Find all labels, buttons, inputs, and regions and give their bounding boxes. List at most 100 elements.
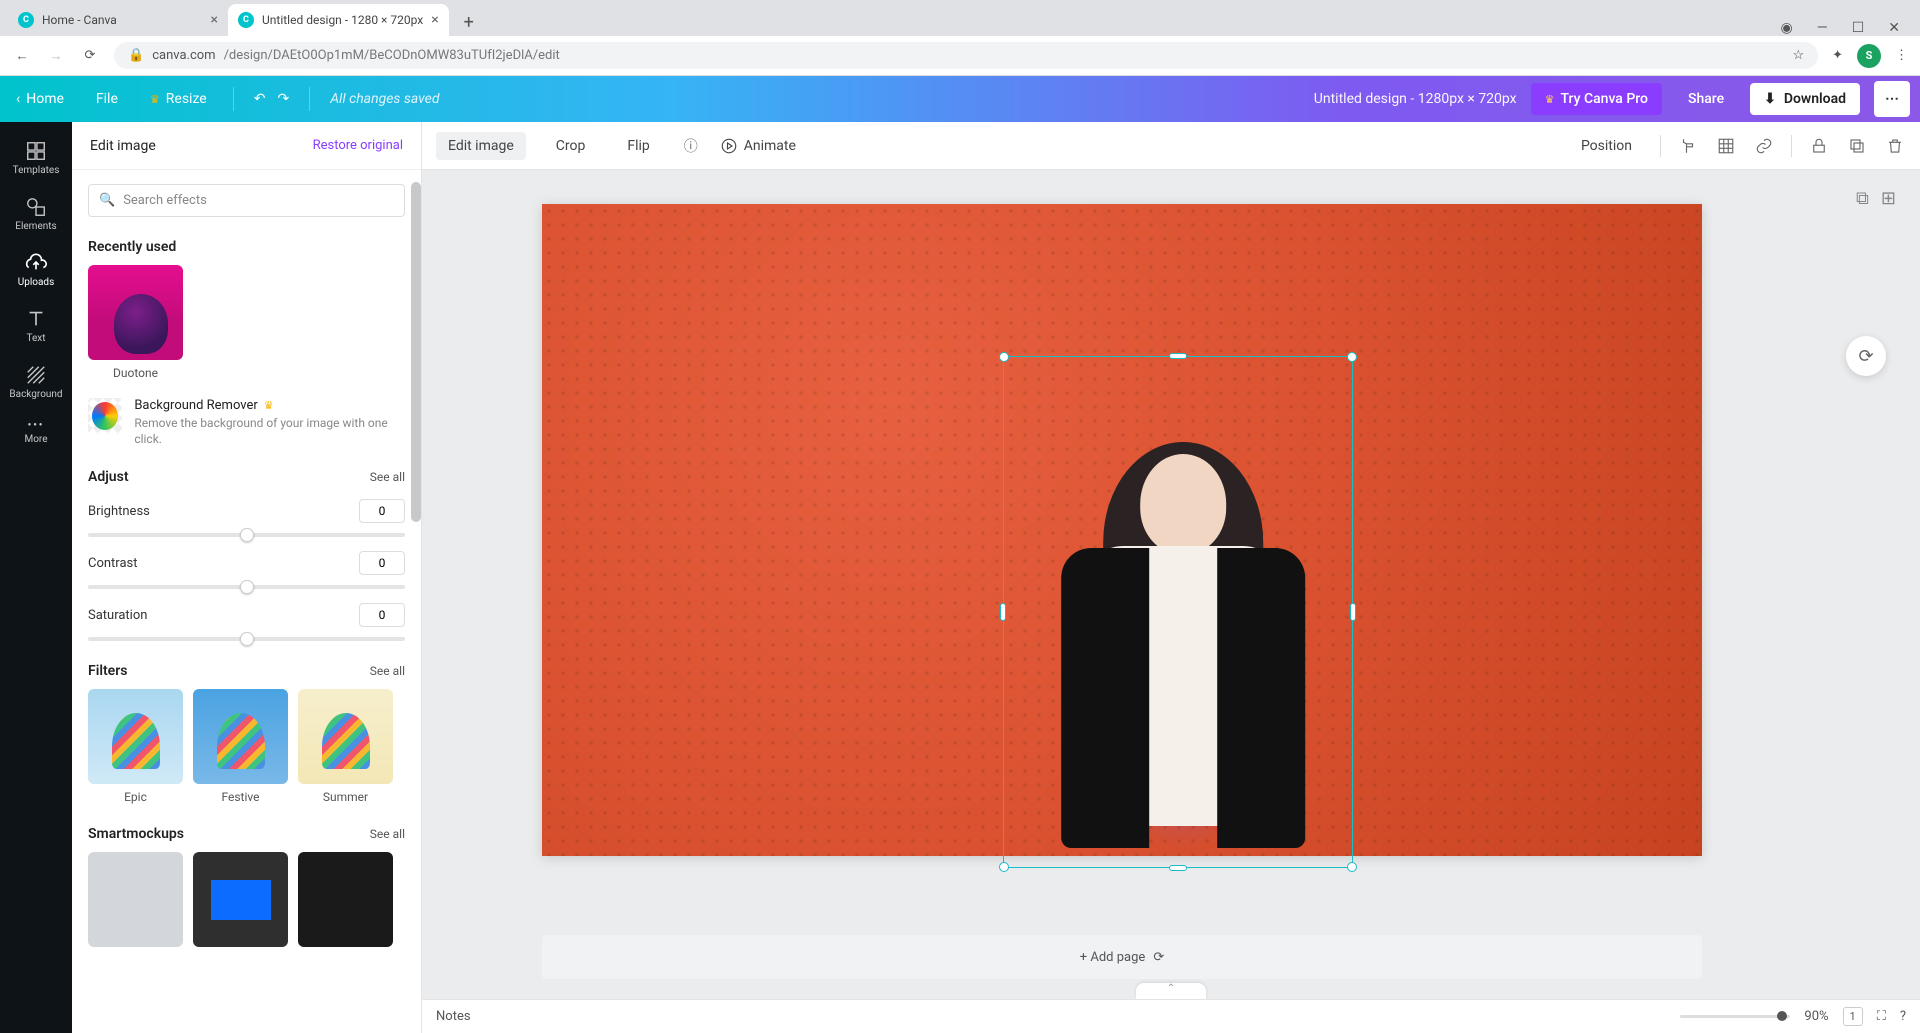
- minimize-icon[interactable]: —: [1817, 20, 1828, 36]
- help-icon[interactable]: ?: [1900, 1009, 1906, 1024]
- resize-button[interactable]: ♛ Resize: [144, 87, 213, 111]
- forward-icon[interactable]: →: [46, 48, 66, 64]
- document-title[interactable]: Untitled design - 1280px × 720px: [1314, 91, 1517, 107]
- close-icon[interactable]: ×: [211, 12, 218, 28]
- resize-handle-tr[interactable]: [1347, 352, 1357, 362]
- adjust-contrast: Contrast: [88, 551, 405, 575]
- rotate-fab[interactable]: ⟳: [1846, 336, 1886, 376]
- smartmockup-tile[interactable]: [193, 852, 288, 947]
- home-button[interactable]: ‹ Home: [10, 87, 70, 111]
- account-indicator-icon[interactable]: ◉: [1781, 20, 1793, 36]
- contrast-input[interactable]: [359, 551, 405, 575]
- saturation-input[interactable]: [359, 603, 405, 627]
- contrast-slider[interactable]: [88, 585, 405, 589]
- canvas-page[interactable]: [542, 204, 1702, 856]
- edit-image-button[interactable]: Edit image: [436, 132, 526, 160]
- zoom-slider[interactable]: [1680, 1015, 1790, 1018]
- filter-tile-summer[interactable]: Summer: [298, 689, 393, 804]
- try-pro-button[interactable]: ♛ Try Canva Pro: [1531, 83, 1662, 115]
- canvas-stage[interactable]: ⧉ ⊞: [422, 170, 1920, 999]
- add-page-bar[interactable]: + Add page ⟳: [542, 935, 1702, 979]
- duplicate-page-icon[interactable]: ⧉: [1856, 188, 1869, 209]
- transparency-icon[interactable]: [1715, 135, 1737, 157]
- resize-handle-tl[interactable]: [999, 352, 1009, 362]
- close-window-icon[interactable]: ✕: [1888, 20, 1900, 36]
- brightness-input[interactable]: [359, 499, 405, 523]
- stage-scroll-hint[interactable]: ⌃: [1136, 983, 1206, 999]
- see-all-link[interactable]: See all: [370, 470, 405, 484]
- browser-tab[interactable]: C Untitled design - 1280 × 720px ×: [228, 4, 449, 36]
- smartmockup-tile[interactable]: [88, 852, 183, 947]
- menu-icon[interactable]: ⋮: [1895, 48, 1908, 63]
- resize-handle-mr[interactable]: [1350, 603, 1356, 621]
- file-menu[interactable]: File: [90, 87, 124, 111]
- smartmockup-tile[interactable]: [298, 852, 393, 947]
- info-icon[interactable]: ⓘ: [680, 135, 702, 157]
- slider-knob[interactable]: [240, 632, 254, 646]
- close-icon[interactable]: ×: [431, 12, 438, 28]
- background-remover-tile[interactable]: Background Remover ♛ Remove the backgrou…: [88, 398, 405, 447]
- side-panel-body[interactable]: 🔍 Search effects Recently used Duotone: [72, 170, 421, 1033]
- selection-box[interactable]: [1003, 356, 1353, 868]
- effect-tile-duotone[interactable]: Duotone: [88, 265, 183, 380]
- browser-tab[interactable]: C Home - Canva ×: [8, 4, 228, 36]
- download-button[interactable]: ⬇ Download: [1750, 83, 1860, 115]
- section-smartmockups: Smartmockups See all: [88, 826, 405, 947]
- page-count-badge[interactable]: 1: [1843, 1007, 1863, 1026]
- fullscreen-icon[interactable]: ⛶: [1877, 1009, 1886, 1024]
- uploads-icon: [25, 252, 47, 274]
- selected-image-subject[interactable]: [1053, 436, 1313, 876]
- zoom-value[interactable]: 90%: [1804, 1009, 1828, 1024]
- redo-icon[interactable]: ↷: [277, 91, 289, 107]
- filter-tile-epic[interactable]: Epic: [88, 689, 183, 804]
- resize-handle-br[interactable]: [1347, 862, 1357, 872]
- position-button[interactable]: Position: [1569, 132, 1644, 160]
- notes-button[interactable]: Notes: [436, 1009, 471, 1024]
- resize-handle-tm[interactable]: [1169, 353, 1187, 359]
- share-button[interactable]: Share: [1676, 83, 1736, 115]
- filter-tile-festive[interactable]: Festive: [193, 689, 288, 804]
- rail-templates[interactable]: Templates: [0, 132, 72, 184]
- more-button[interactable]: ⋯: [1874, 81, 1910, 117]
- style-copy-icon[interactable]: [1677, 135, 1699, 157]
- lock-icon[interactable]: [1808, 135, 1830, 157]
- rail-more[interactable]: ••• More: [0, 412, 72, 453]
- undo-icon[interactable]: ↶: [254, 91, 266, 107]
- rail-text[interactable]: Text: [0, 300, 72, 352]
- restore-original-link[interactable]: Restore original: [313, 138, 403, 153]
- star-icon[interactable]: ☆: [1792, 48, 1804, 63]
- download-label: Download: [1784, 91, 1846, 107]
- see-all-link[interactable]: See all: [370, 664, 405, 678]
- saturation-slider[interactable]: [88, 637, 405, 641]
- resize-handle-bm[interactable]: [1169, 865, 1187, 871]
- reload-icon[interactable]: ⟳: [80, 48, 100, 63]
- trash-icon[interactable]: [1884, 135, 1906, 157]
- add-page-icon[interactable]: ⊞: [1881, 188, 1896, 209]
- extensions-icon[interactable]: ✦: [1832, 48, 1843, 63]
- see-all-link[interactable]: See all: [370, 827, 405, 841]
- slider-knob[interactable]: [240, 528, 254, 542]
- profile-avatar[interactable]: S: [1857, 44, 1881, 68]
- app-header: ‹ Home File ♛ Resize ↶ ↷ All changes sav…: [0, 76, 1920, 122]
- rail-label: More: [24, 434, 47, 445]
- crop-button[interactable]: Crop: [544, 132, 598, 160]
- zoom-knob[interactable]: [1777, 1011, 1787, 1021]
- save-status: All changes saved: [330, 91, 439, 107]
- panel-scrollbar[interactable]: [411, 182, 421, 522]
- new-tab-button[interactable]: +: [455, 8, 483, 36]
- resize-handle-bl[interactable]: [999, 862, 1009, 872]
- slider-knob[interactable]: [240, 580, 254, 594]
- maximize-icon[interactable]: ☐: [1852, 20, 1865, 36]
- resize-handle-ml[interactable]: [1000, 603, 1006, 621]
- search-effects-input[interactable]: 🔍 Search effects: [88, 184, 405, 217]
- brightness-slider[interactable]: [88, 533, 405, 537]
- back-icon[interactable]: ←: [12, 48, 32, 64]
- duplicate-icon[interactable]: [1846, 135, 1868, 157]
- address-bar[interactable]: 🔒 canva.com/design/DAEtO0Op1mM/BeCODnOMW…: [114, 42, 1818, 69]
- link-icon[interactable]: [1753, 135, 1775, 157]
- rail-background[interactable]: Background: [0, 356, 72, 408]
- rail-elements[interactable]: Elements: [0, 188, 72, 240]
- animate-button[interactable]: Animate: [720, 137, 796, 155]
- flip-button[interactable]: Flip: [615, 132, 661, 160]
- rail-uploads[interactable]: Uploads: [0, 244, 72, 296]
